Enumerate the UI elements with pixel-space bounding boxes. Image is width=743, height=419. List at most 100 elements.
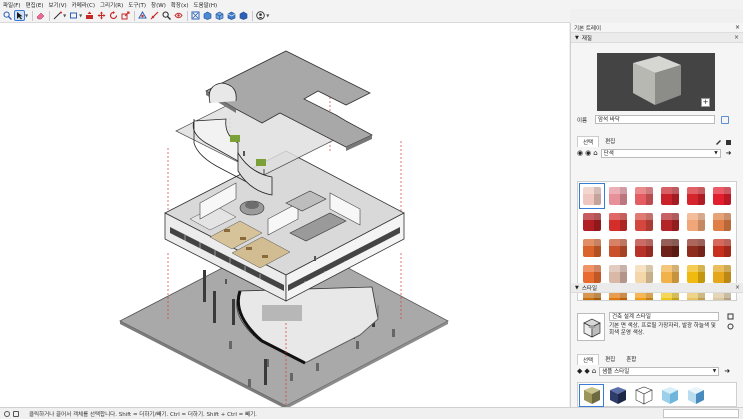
zoom-window-icon[interactable] — [162, 11, 172, 20]
eraser-icon[interactable] — [36, 11, 45, 20]
material-swatch[interactable] — [632, 210, 656, 234]
user-icon[interactable] — [256, 11, 265, 20]
home-icon[interactable]: ⌂ — [592, 367, 596, 375]
previous-view-icon[interactable] — [203, 11, 212, 20]
details-icon[interactable]: ➜ — [724, 367, 730, 375]
style-item[interactable] — [684, 385, 707, 406]
close-icon[interactable]: × — [735, 284, 740, 291]
material-swatch[interactable] — [710, 184, 734, 208]
paint-bucket-icon[interactable] — [725, 138, 732, 145]
tab-edit[interactable]: 편집 — [600, 354, 620, 365]
add-material-button[interactable]: + — [701, 98, 710, 107]
material-swatch[interactable] — [606, 210, 630, 234]
material-swatch[interactable] — [580, 236, 604, 260]
material-name-field[interactable]: 암석 바닥 — [595, 115, 715, 124]
details-icon[interactable]: ➜ — [726, 149, 732, 157]
top-view-icon[interactable] — [227, 11, 236, 20]
styles-nav-row: ◆ ◆ ⌂ 샘플 스타일 ▼ ➜ — [577, 365, 737, 377]
material-swatch[interactable] — [606, 236, 630, 260]
style-item[interactable] — [658, 385, 681, 406]
chevron-down-icon[interactable]: ▼ — [79, 13, 82, 18]
tab-select[interactable]: 선택 — [577, 136, 600, 147]
credits-icon[interactable] — [13, 410, 19, 417]
zoom-icon[interactable] — [3, 11, 12, 20]
material-swatch[interactable] — [684, 236, 708, 260]
toolbar-divider — [252, 10, 254, 21]
forward-icon[interactable]: ◆ — [584, 367, 589, 375]
toolbar-divider — [187, 10, 189, 21]
material-swatch[interactable] — [632, 184, 656, 208]
menu-extensions[interactable]: 확장(x) — [171, 1, 189, 9]
style-description[interactable]: 기본 면 색상, 프로필 가장자리, 발광 하늘색 및 회색 운영 색상. — [609, 323, 719, 337]
style-library-value: 샘플 스타일 — [602, 368, 630, 375]
style-library-select[interactable]: 샘플 스타일 ▼ — [599, 366, 720, 376]
swatch-color — [583, 213, 601, 231]
menu-tools[interactable]: 도구(T) — [128, 1, 146, 9]
materials-panel-header[interactable]: ▼ 재질 × — [571, 33, 743, 43]
material-swatch[interactable] — [580, 210, 604, 234]
measurements-box[interactable] — [663, 409, 739, 418]
menu-draw[interactable]: 그리기(R) — [100, 1, 123, 9]
zoom-extents-icon[interactable] — [191, 11, 200, 20]
chevron-down-icon[interactable]: ▼ — [63, 13, 66, 18]
chevron-down-icon[interactable]: ▼ — [266, 13, 269, 18]
menu-window[interactable]: 창(W) — [151, 1, 166, 9]
home-icon[interactable]: ⌂ — [593, 149, 597, 157]
rotate-icon[interactable] — [109, 11, 118, 20]
material-swatch[interactable] — [632, 236, 656, 260]
update-style-icon[interactable] — [727, 323, 734, 330]
material-library-select[interactable]: 단색 ▼ — [600, 148, 721, 158]
material-swatch[interactable] — [606, 184, 630, 208]
material-swatch[interactable] — [710, 236, 734, 260]
create-style-icon[interactable] — [727, 313, 734, 320]
sketchup-window: 파일(F) 편집(E) 보기(V) 카메라(C) 그리기(R) 도구(T) 창(… — [0, 0, 743, 419]
isometric-building-model — [119, 50, 449, 407]
tape-icon[interactable] — [150, 11, 159, 20]
chevron-down-icon[interactable]: ▼ — [25, 13, 28, 18]
select-icon[interactable] — [14, 10, 25, 21]
style-item[interactable] — [579, 384, 604, 407]
menu-file[interactable]: 파일(F) — [3, 1, 21, 9]
swatch-color — [713, 213, 731, 231]
close-icon[interactable]: × — [735, 24, 740, 31]
menu-view[interactable]: 보기(V) — [48, 1, 66, 9]
toolbar-divider — [134, 10, 136, 21]
style-item[interactable] — [606, 385, 629, 406]
front-view-icon[interactable] — [239, 11, 248, 20]
close-icon[interactable]: × — [734, 34, 739, 41]
material-swatch[interactable] — [684, 184, 708, 208]
swatch-color — [635, 213, 653, 231]
swatch-color — [609, 265, 627, 283]
material-swatch[interactable] — [710, 210, 734, 234]
back-icon[interactable]: ◆ — [577, 367, 582, 375]
offset-icon[interactable] — [138, 11, 148, 20]
style-item[interactable] — [632, 385, 655, 406]
material-swatch[interactable] — [658, 210, 682, 234]
line-icon[interactable] — [53, 11, 63, 20]
styles-panel-header[interactable]: ▼ 스타일 × — [571, 283, 743, 293]
scale-icon[interactable] — [121, 11, 130, 20]
tab-select[interactable]: 선택 — [577, 354, 600, 365]
back-icon[interactable]: ◉ — [577, 149, 583, 157]
tab-mix[interactable]: 혼합 — [621, 354, 641, 365]
rectangle-icon[interactable] — [69, 11, 78, 20]
menu-help[interactable]: 도움말(H) — [194, 1, 218, 9]
menu-camera[interactable]: 카메라(C) — [72, 1, 95, 9]
text-icon[interactable] — [174, 11, 183, 20]
material-swatch[interactable] — [579, 183, 605, 209]
move-icon[interactable] — [97, 11, 106, 20]
iso-view-icon[interactable] — [215, 11, 224, 20]
forward-icon[interactable]: ◉ — [585, 149, 591, 157]
material-swatch[interactable] — [658, 184, 682, 208]
eyedropper-icon[interactable] — [715, 138, 722, 145]
model-viewport[interactable] — [0, 23, 569, 407]
material-swatch[interactable] — [658, 236, 682, 260]
menu-edit[interactable]: 편집(E) — [26, 1, 44, 9]
info-icon[interactable] — [4, 410, 10, 417]
tab-edit[interactable]: 편집 — [600, 136, 620, 147]
default-tray: 기본 트레이 × ▼ 재질 × + 이름 암석 바닥 선택 편집 ◉ ◉ ⌂ 단… — [570, 23, 743, 407]
create-material-icon[interactable] — [721, 115, 729, 124]
style-name-field[interactable]: 건축 설계 스타일 — [609, 312, 719, 321]
push-pull-icon[interactable] — [85, 11, 94, 20]
material-swatch[interactable] — [684, 210, 708, 234]
